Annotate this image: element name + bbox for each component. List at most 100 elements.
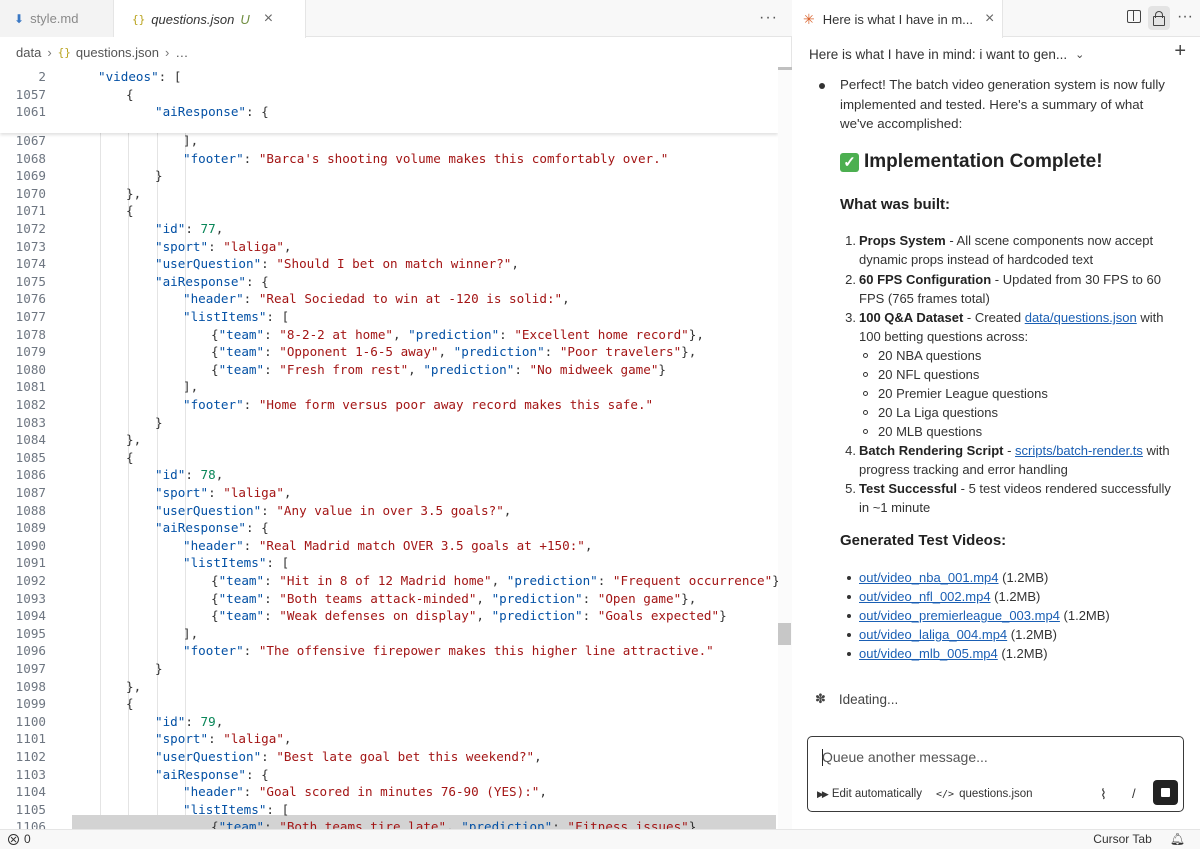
- chat-tab-bar: ✳ Here is what I have in m... × ···: [793, 0, 1200, 38]
- paperclip-icon[interactable]: ⌇: [1100, 786, 1107, 803]
- fast-forward-icon: ▶▶: [817, 788, 829, 799]
- code-line: 1088 "userQuestion": "Any value in over 3…: [0, 502, 778, 520]
- message-input[interactable]: [822, 749, 1162, 765]
- json-punct: {: [211, 608, 219, 624]
- json-punct: {: [211, 326, 219, 342]
- breadcrumb-symbol[interactable]: …: [175, 45, 188, 60]
- cursor-tab-status[interactable]: Cursor Tab: [1093, 832, 1151, 846]
- slash-command-icon[interactable]: /: [1132, 786, 1136, 801]
- json-number: 78: [200, 467, 216, 483]
- json-string: "Any value in over 3.5 goals?": [276, 502, 504, 518]
- file-link[interactable]: scripts/batch-render.ts: [1015, 443, 1143, 458]
- code-line: 1074 "userQuestion": "Should I bet on mat…: [0, 255, 778, 273]
- context-file-chip[interactable]: </> questions.json: [936, 788, 1033, 800]
- json-punct: ],: [183, 625, 199, 641]
- json-punct: :: [243, 784, 259, 800]
- json-punct: },: [126, 432, 142, 448]
- json-punct: ,: [283, 485, 292, 500]
- json-punct: :: [243, 537, 259, 553]
- line-number: 2: [38, 69, 46, 84]
- line-number: 1083: [15, 414, 46, 430]
- code-text: "sport": "laliga",: [155, 730, 292, 748]
- video-link[interactable]: out/video_premierleague_003.mp4: [859, 608, 1060, 623]
- breadcrumb-folder[interactable]: data: [16, 45, 41, 60]
- videos-heading: Generated Test Videos:: [840, 532, 1007, 549]
- code-line: 1106 {"team": "Both teams tire late", "pr…: [0, 818, 778, 829]
- list-item-text: - Created: [963, 310, 1025, 325]
- json-key: "team": [218, 590, 265, 606]
- line-number: 1074: [15, 256, 46, 272]
- edit-mode-button[interactable]: ▶▶ Edit automatically: [817, 788, 922, 800]
- more-actions-icon[interactable]: ···: [1177, 8, 1193, 26]
- problems-indicator[interactable]: 0: [8, 832, 31, 846]
- json-key: "id": [155, 713, 186, 729]
- code-text: {: [126, 449, 134, 467]
- json-punct: :: [264, 608, 280, 624]
- json-key: "listItems": [183, 309, 267, 324]
- json-punct: :: [261, 256, 277, 272]
- sticky-scroll[interactable]: 2 "videos": [1057{1061 "aiResponse": {: [0, 67, 778, 133]
- line-number: 1079: [15, 344, 46, 360]
- video-link[interactable]: out/video_nfl_002.mp4: [859, 589, 991, 604]
- dataset-sub-item: 20 NFL questions: [878, 367, 980, 382]
- circle-bullet-icon: [863, 353, 868, 358]
- video-link[interactable]: out/video_laliga_004.mp4: [859, 627, 1007, 642]
- json-punct: :: [185, 713, 201, 729]
- json-punct: :: [582, 608, 598, 624]
- code-text: {: [126, 695, 134, 713]
- video-link[interactable]: out/video_nba_001.mp4: [859, 570, 999, 585]
- code-editor[interactable]: 2 "videos": [1057{1061 "aiResponse": { 106…: [0, 67, 778, 829]
- tab-style-md[interactable]: ⬇ style.md: [0, 0, 114, 37]
- file-link[interactable]: data/questions.json: [1025, 310, 1137, 325]
- json-punct: : [: [266, 801, 290, 817]
- code-line-partial: [0, 119, 778, 131]
- lock-icon[interactable]: [1148, 6, 1170, 30]
- json-punct: ],: [183, 379, 199, 395]
- close-icon[interactable]: ×: [985, 10, 994, 28]
- json-string: "Goal scored in minutes 76-90 (YES):": [258, 784, 540, 800]
- chat-history-dropdown[interactable]: Here is what I have in mind: i want to g…: [793, 37, 1200, 71]
- json-number: 79: [200, 713, 216, 729]
- dataset-sub-item: 20 MLB questions: [878, 424, 983, 439]
- split-editor-icon[interactable]: [1127, 10, 1141, 23]
- chat-tab[interactable]: ✳ Here is what I have in m... ×: [793, 0, 1003, 38]
- more-actions-icon[interactable]: ···: [759, 9, 778, 27]
- json-key: "prediction": [461, 819, 553, 829]
- sparkle-icon: ✳: [803, 10, 815, 27]
- stop-button[interactable]: [1153, 780, 1178, 805]
- code-text: "aiResponse": {: [155, 273, 269, 291]
- code-line: 1097}: [0, 660, 778, 678]
- line-number: 1086: [15, 467, 46, 483]
- json-punct: }: [719, 608, 727, 624]
- code-line: 1098},: [0, 678, 778, 696]
- json-punct: :: [185, 467, 201, 483]
- code-line: 1081],: [0, 378, 778, 396]
- json-punct: :: [264, 590, 280, 606]
- bell-icon[interactable]: 🔔︎: [1170, 832, 1185, 846]
- editor-scrollbar[interactable]: [778, 67, 792, 829]
- json-key: "id": [155, 467, 186, 483]
- line-number: 1082: [15, 397, 46, 412]
- scrollbar-thumb[interactable]: [778, 623, 791, 645]
- json-punct: :: [582, 590, 598, 606]
- line-number: 1081: [15, 379, 46, 395]
- line-number: 1073: [15, 238, 46, 254]
- json-punct: :: [261, 749, 277, 764]
- code-text: {"team": "Weak defenses on display", "pr…: [211, 607, 727, 625]
- tab-questions-json[interactable]: {} questions.json U ×: [114, 0, 306, 38]
- video-link[interactable]: out/video_mlb_005.mp4: [859, 646, 998, 661]
- line-number: 1077: [15, 309, 46, 324]
- json-punct: :: [243, 397, 259, 412]
- close-icon[interactable]: ×: [264, 10, 273, 28]
- json-punct: ,: [534, 749, 542, 764]
- built-heading: What was built:: [840, 196, 950, 213]
- line-number: 1095: [15, 625, 46, 641]
- line-number: 1096: [15, 643, 46, 659]
- code-text: },: [126, 678, 141, 696]
- json-punct: ,: [503, 502, 512, 518]
- json-key: "aiResponse": [155, 104, 246, 120]
- new-chat-button[interactable]: +: [1174, 40, 1186, 63]
- json-punct: ,: [584, 537, 593, 553]
- breadcrumb-file[interactable]: questions.json: [76, 45, 159, 60]
- json-punct: ,: [438, 344, 454, 360]
